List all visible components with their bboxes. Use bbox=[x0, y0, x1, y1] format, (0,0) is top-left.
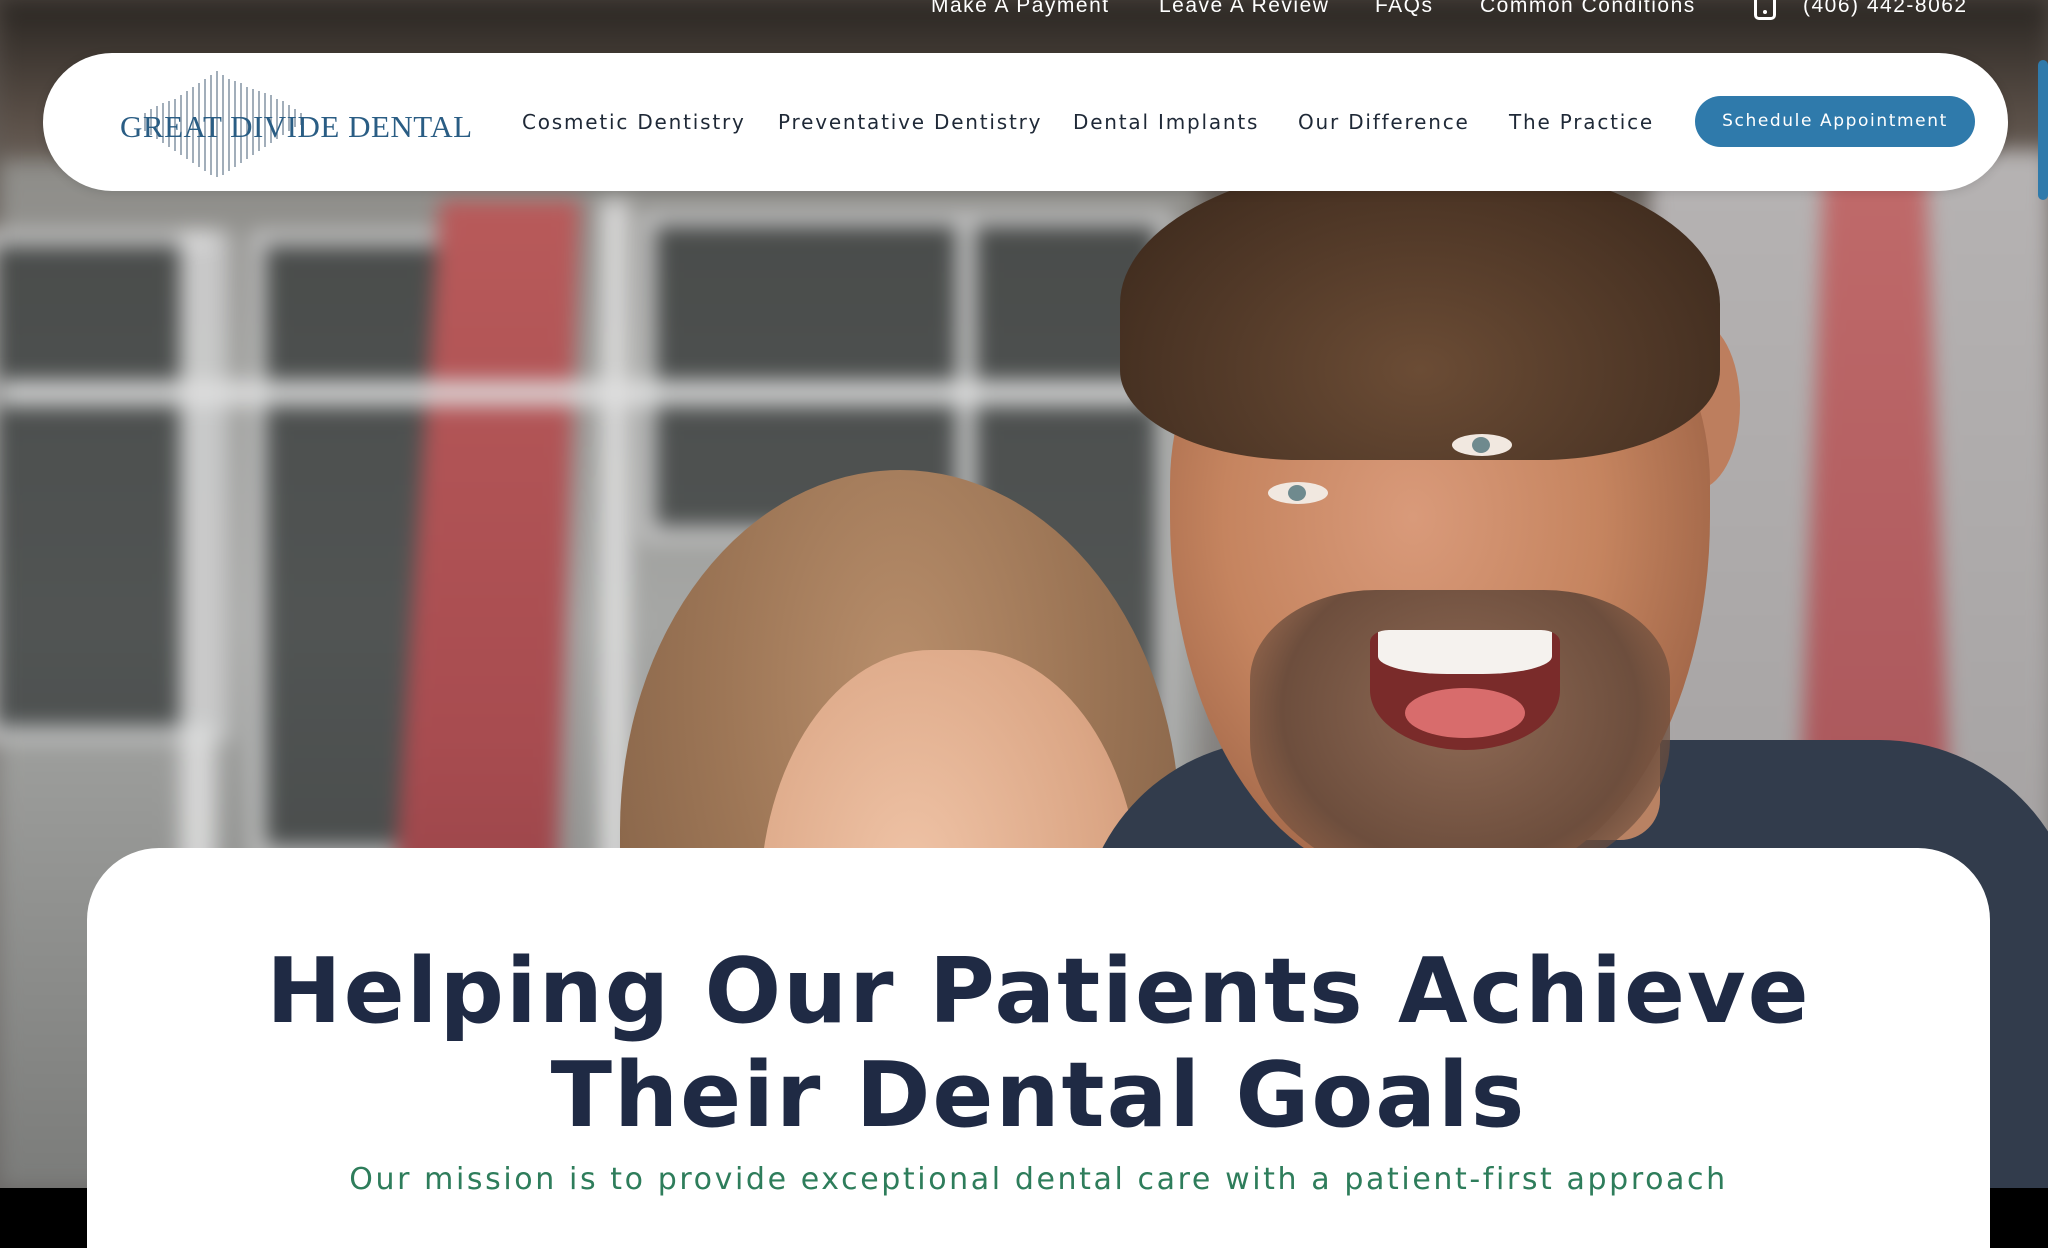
main-navigation: GREAT DIVIDE DENTAL Cosmetic Dentistry P… bbox=[43, 53, 2008, 191]
leave-review-link[interactable]: Leave A Review bbox=[1159, 0, 1329, 18]
page-headline: Helping Our Patients Achieve Their Denta… bbox=[87, 940, 1990, 1148]
nav-the-practice[interactable]: The Practice bbox=[1509, 109, 1654, 135]
man-teeth bbox=[1378, 630, 1552, 674]
window-frame bbox=[0, 380, 1150, 406]
man-hair bbox=[1120, 160, 1720, 460]
nav-preventative-dentistry[interactable]: Preventative Dentistry bbox=[778, 109, 1042, 135]
nav-dental-implants[interactable]: Dental Implants bbox=[1073, 109, 1259, 135]
logo[interactable]: GREAT DIVIDE DENTAL bbox=[75, 61, 472, 183]
man-smile bbox=[1370, 630, 1560, 750]
smartphone-icon[interactable] bbox=[1754, 0, 1776, 20]
common-conditions-link[interactable]: Common Conditions bbox=[1480, 0, 1696, 18]
man-eye-right bbox=[1452, 434, 1512, 456]
scrollbar-thumb[interactable] bbox=[2038, 60, 2048, 200]
logo-wordmark: GREAT DIVIDE DENTAL bbox=[120, 109, 473, 144]
nav-our-difference[interactable]: Our Difference bbox=[1298, 109, 1470, 135]
faqs-link[interactable]: FAQs bbox=[1375, 0, 1434, 18]
phone-number-link[interactable]: (406) 442-8062 bbox=[1803, 0, 1968, 18]
headline-line-1: Helping Our Patients Achieve bbox=[266, 939, 1811, 1044]
headline-line-2: Their Dental Goals bbox=[550, 1043, 1527, 1148]
mission-card: Helping Our Patients Achieve Their Denta… bbox=[87, 848, 1990, 1248]
man-eye-left bbox=[1268, 482, 1328, 504]
schedule-appointment-button[interactable]: Schedule Appointment bbox=[1695, 96, 1975, 147]
man-tongue bbox=[1405, 688, 1525, 738]
nav-cosmetic-dentistry[interactable]: Cosmetic Dentistry bbox=[522, 109, 746, 135]
utility-bar: Make A Payment Leave A Review FAQs Commo… bbox=[0, 0, 2048, 34]
make-payment-link[interactable]: Make A Payment bbox=[931, 0, 1110, 18]
mission-statement: Our mission is to provide exceptional de… bbox=[349, 1162, 1728, 1197]
